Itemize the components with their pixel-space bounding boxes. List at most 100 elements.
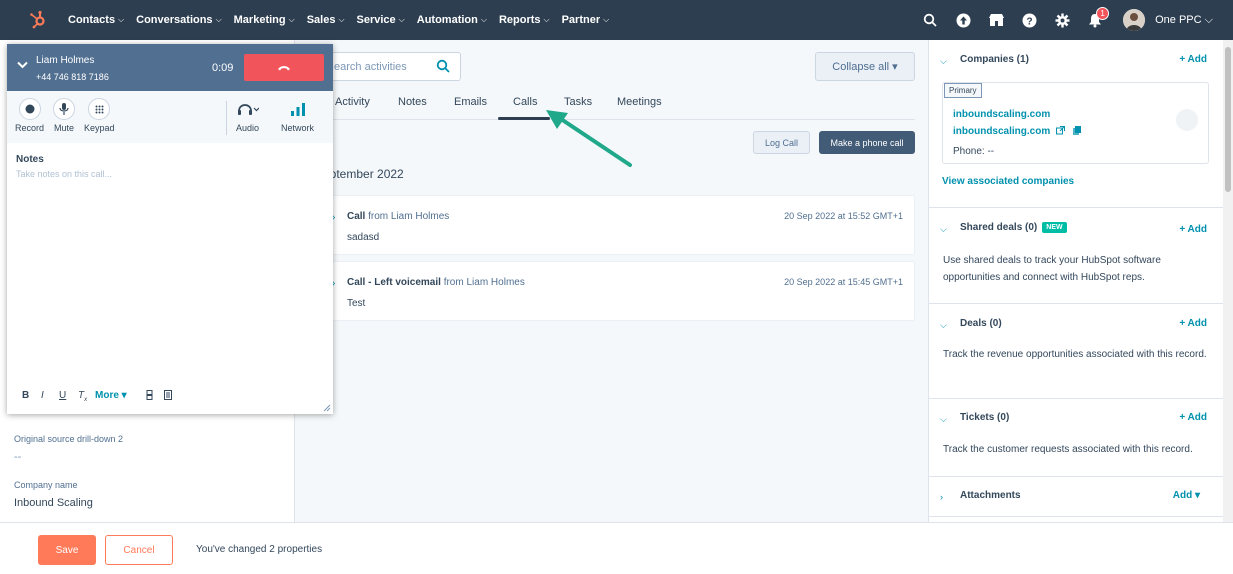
property-company-name[interactable]: Company name Inbound Scaling	[14, 480, 93, 509]
upgrade-arrow-icon[interactable]	[953, 10, 973, 30]
cancel-button[interactable]: Cancel	[105, 535, 173, 565]
mute-control[interactable]: Mute	[53, 98, 75, 133]
help-icon[interactable]: ?	[1019, 10, 1039, 30]
document-icon[interactable]	[164, 390, 172, 403]
attachments-title: Attachments	[960, 490, 1021, 501]
network-control[interactable]: Network	[281, 98, 314, 133]
keypad-control[interactable]: Keypad	[84, 98, 115, 133]
property-label: Company name	[14, 480, 78, 490]
tab-calls[interactable]: Calls	[513, 96, 537, 108]
attachments-section-header[interactable]: › Attachments Add ▾	[929, 490, 1224, 510]
minimize-chevron-icon[interactable]	[17, 60, 28, 72]
underline-icon[interactable]: U	[59, 390, 66, 401]
activity-date: 20 Sep 2022 at 15:45 GMT+1	[784, 277, 903, 287]
divider	[929, 476, 1224, 477]
nav-sales[interactable]: Sales ⌵	[307, 14, 345, 26]
collapse-all-button[interactable]: Collapse all ▾	[815, 52, 915, 81]
activity-body: sadasd	[347, 232, 380, 243]
shared-deals-section-header[interactable]: ⌵ Shared deals (0) NEW + Add	[929, 222, 1224, 242]
deals-description: Track the revenue opportunities associat…	[943, 349, 1207, 360]
resize-handle-icon[interactable]	[323, 404, 331, 412]
activity-from: from Liam Holmes	[443, 277, 525, 288]
chevron-down-icon: ⌵	[603, 15, 610, 24]
property-value: --	[14, 451, 22, 463]
call-notes-textarea[interactable]: Take notes on this call...	[16, 169, 112, 179]
network-label: Network	[281, 123, 315, 133]
italic-icon[interactable]: I	[41, 390, 44, 401]
microphone-icon	[53, 98, 75, 120]
nav-automation[interactable]: Automation ⌵	[417, 14, 487, 26]
tab-notes[interactable]: Notes	[398, 96, 427, 108]
add-company-button[interactable]: + Add	[1179, 54, 1207, 65]
scrollbar-thumb[interactable]	[1225, 47, 1231, 192]
more-formatting-button[interactable]: More ▾	[95, 390, 127, 401]
audio-control[interactable]: Audio	[236, 98, 259, 133]
avatar[interactable]	[1123, 9, 1146, 31]
nav-partner[interactable]: Partner ⌵	[562, 14, 610, 26]
activity-date: 20 Sep 2022 at 15:52 GMT+1	[784, 211, 903, 221]
sidebar-scrollbar[interactable]	[1223, 40, 1233, 522]
tab-meetings[interactable]: Meetings	[617, 96, 662, 108]
shared-deals-description: Use shared deals to track your HubSpot s…	[943, 255, 1161, 283]
chevron-down-icon: ⌵	[398, 15, 405, 24]
add-shared-deal-button[interactable]: + Add	[1179, 224, 1207, 235]
notifications-bell-icon[interactable]: 1	[1085, 7, 1110, 30]
shared-deals-label: Shared deals (0)	[960, 222, 1038, 233]
make-phone-call-button[interactable]: Make a phone call	[819, 131, 915, 154]
nav-marketing[interactable]: Marketing ⌵	[234, 14, 295, 26]
phone-hangup-icon	[278, 66, 290, 71]
copy-icon[interactable]	[1072, 126, 1081, 135]
tab-activity[interactable]: Activity	[335, 96, 370, 108]
nav-reports[interactable]: Reports ⌵	[499, 14, 550, 26]
gear-icon[interactable]	[1052, 10, 1072, 30]
divider	[929, 207, 1224, 208]
nav-service[interactable]: Service ⌵	[357, 14, 405, 26]
company-name-link[interactable]: inboundscaling.com	[953, 109, 1050, 120]
snippet-icon[interactable]	[146, 390, 153, 403]
activity-card[interactable]: › Call from Liam Holmes 20 Sep 2022 at 1…	[323, 195, 915, 255]
month-heading: eptember 2022	[323, 167, 404, 181]
tab-tasks[interactable]: Tasks	[564, 96, 592, 108]
call-controls: Record Mute Keypad Audio Network	[7, 91, 333, 143]
marketplace-icon[interactable]	[986, 10, 1006, 30]
add-deal-button[interactable]: + Add	[1179, 318, 1207, 329]
companies-section-header[interactable]: ⌵ Companies (1) + Add	[929, 54, 1224, 74]
search-activities-input[interactable]: earch activities	[319, 52, 461, 81]
company-phone: Phone: --	[953, 146, 995, 157]
svg-text:?: ?	[1026, 16, 1032, 27]
clear-format-icon[interactable]: Tx	[78, 390, 87, 403]
company-domain: inboundscaling.com	[953, 126, 1051, 137]
audio-label: Audio	[236, 123, 260, 133]
deals-section-header[interactable]: ⌵ Deals (0) + Add	[929, 318, 1224, 338]
deals-title: Deals (0)	[960, 318, 1002, 329]
activity-card[interactable]: › Call - Left voicemail from Liam Holmes…	[323, 261, 915, 321]
primary-tag: Primary	[944, 83, 982, 98]
record-control[interactable]: Record	[15, 98, 44, 133]
chevron-down-icon: ⌵	[288, 15, 295, 24]
nav-reports-label: Reports	[498, 14, 541, 26]
keypad-icon	[88, 98, 111, 120]
companies-title: Companies (1)	[960, 54, 1029, 65]
right-sidebar: ⌵ Companies (1) + Add Primary inboundsca…	[928, 40, 1224, 522]
view-associated-companies-link[interactable]: View associated companies	[942, 176, 1074, 187]
company-domain-link[interactable]: inboundscaling.com	[953, 126, 1081, 137]
hang-up-button[interactable]	[244, 54, 324, 81]
search-icon[interactable]	[920, 10, 940, 30]
nav-conversations[interactable]: Conversations ⌵	[136, 14, 222, 26]
add-ticket-button[interactable]: + Add	[1179, 412, 1207, 423]
top-navigation: Contacts ⌵ Conversations ⌵ Marketing ⌵ Sale…	[0, 0, 1233, 40]
account-menu[interactable]: One PPC ⌵	[1155, 14, 1213, 27]
property-original-source-drilldown-2[interactable]: Original source drill-down 2 --	[14, 434, 123, 463]
tab-emails[interactable]: Emails	[454, 96, 487, 108]
unsaved-changes-bar: Save Cancel You've changed 2 properties	[0, 522, 1233, 574]
activity-body: Test	[347, 298, 366, 309]
hubspot-logo-icon[interactable]	[18, 0, 58, 40]
save-button[interactable]: Save	[38, 535, 96, 565]
bold-icon[interactable]: B	[22, 390, 29, 401]
nav-contacts[interactable]: Contacts ⌵	[68, 14, 124, 26]
changes-status-text: You've changed 2 properties	[196, 544, 323, 555]
divider	[929, 303, 1224, 304]
log-call-button[interactable]: Log Call	[753, 131, 810, 154]
add-attachment-button[interactable]: Add ▾	[1173, 490, 1200, 501]
tickets-section-header[interactable]: ⌵ Tickets (0) + Add	[929, 412, 1224, 432]
